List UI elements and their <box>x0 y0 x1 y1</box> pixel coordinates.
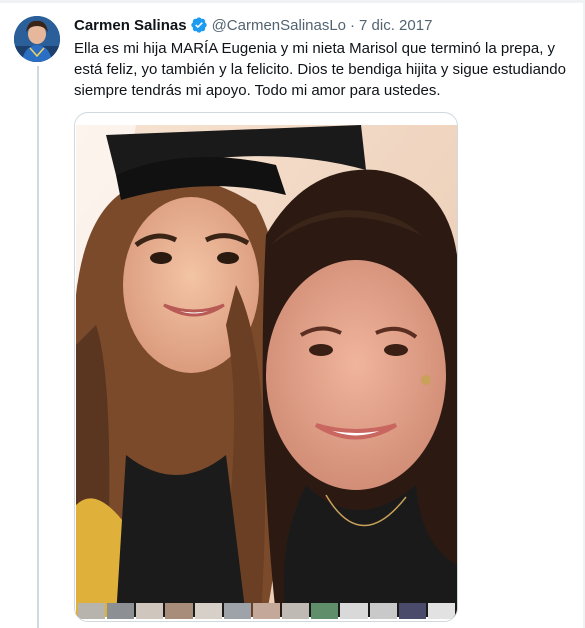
author-handle[interactable]: @CarmenSalinasLo <box>212 17 346 34</box>
avatar-image <box>14 16 60 62</box>
selfie-photo-image <box>76 125 457 617</box>
tweet-media[interactable] <box>74 112 458 622</box>
tweet-photo[interactable] <box>76 125 457 617</box>
tweet-text: Ella es mi hija MARÍA Eugenia y mi nieta… <box>74 40 566 99</box>
photo-bottom-strip <box>76 603 457 619</box>
frame-top-border <box>0 0 585 3</box>
tweet-header: Carmen Salinas @CarmenSalinasLo · 7 dic.… <box>74 14 432 36</box>
avatar[interactable] <box>14 16 60 62</box>
thread-connector-line <box>37 66 39 628</box>
separator-dot: · <box>350 16 356 34</box>
tweet-date[interactable]: 7 dic. 2017 <box>359 17 432 34</box>
verified-badge-icon <box>190 16 208 34</box>
author-name[interactable]: Carmen Salinas <box>74 17 187 34</box>
